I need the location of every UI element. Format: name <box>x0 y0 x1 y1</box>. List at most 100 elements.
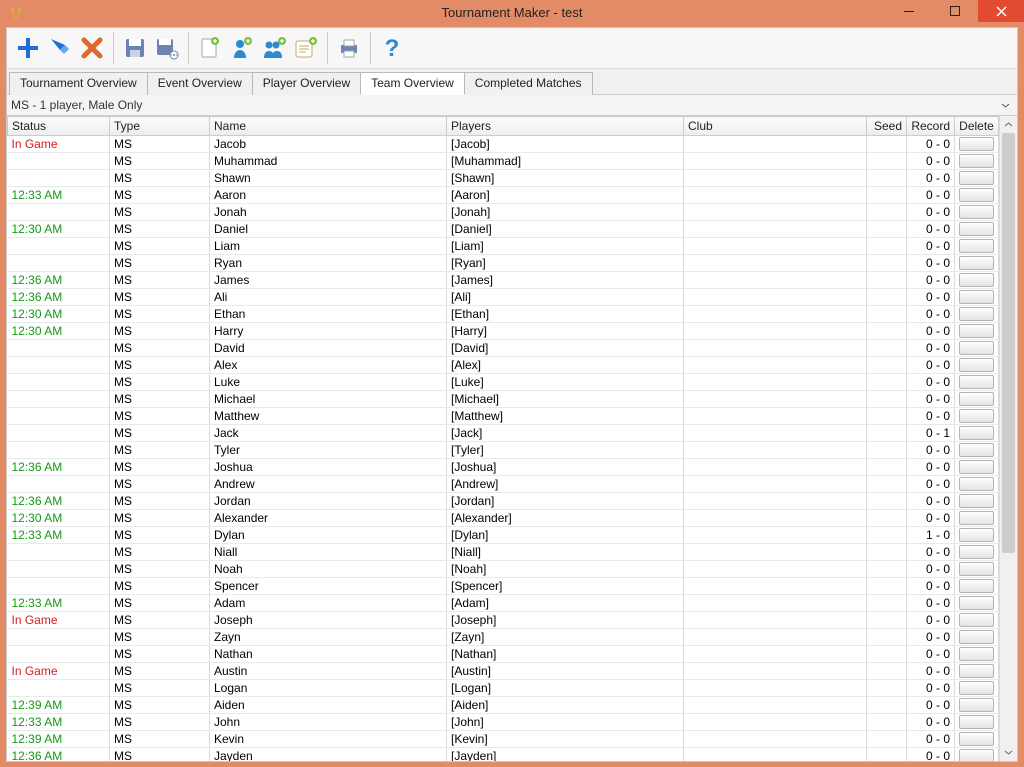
table-row[interactable]: MSJonah[Jonah]0 - 0 <box>8 204 999 221</box>
table-row[interactable]: 12:33 AMMSJohn[John]0 - 0 <box>8 714 999 731</box>
table-row[interactable]: In GameMSAustin[Austin]0 - 0 <box>8 663 999 680</box>
delete-row-button[interactable] <box>959 307 994 321</box>
col-delete[interactable]: Delete <box>955 117 999 136</box>
table-row[interactable]: 12:36 AMMSJoshua[Joshua]0 - 0 <box>8 459 999 476</box>
delete-row-button[interactable] <box>959 477 994 491</box>
delete-row-button[interactable] <box>959 681 994 695</box>
delete-row-button[interactable] <box>959 205 994 219</box>
delete-row-button[interactable] <box>959 715 994 729</box>
delete-row-button[interactable] <box>959 358 994 372</box>
delete-row-button[interactable] <box>959 375 994 389</box>
table-row[interactable]: MSAlex[Alex]0 - 0 <box>8 357 999 374</box>
maximize-button[interactable] <box>932 0 978 22</box>
delete-row-button[interactable] <box>959 630 994 644</box>
table-row[interactable]: MSLiam[Liam]0 - 0 <box>8 238 999 255</box>
table-row[interactable]: 12:36 AMMSAli[Ali]0 - 0 <box>8 289 999 306</box>
table-row[interactable]: MSSpencer[Spencer]0 - 0 <box>8 578 999 595</box>
add-player-button[interactable] <box>227 31 257 65</box>
delete-row-button[interactable] <box>959 698 994 712</box>
table-row[interactable]: 12:30 AMMSHarry[Harry]0 - 0 <box>8 323 999 340</box>
table-row[interactable]: MSMichael[Michael]0 - 0 <box>8 391 999 408</box>
table-row[interactable]: In GameMSJoseph[Joseph]0 - 0 <box>8 612 999 629</box>
delete-row-button[interactable] <box>959 494 994 508</box>
close-button[interactable] <box>978 0 1024 22</box>
table-row[interactable]: 12:36 AMMSJayden[Jayden]0 - 0 <box>8 748 999 762</box>
filter-bar[interactable]: MS - 1 player, Male Only <box>7 94 1017 116</box>
col-seed[interactable]: Seed <box>867 117 907 136</box>
col-name[interactable]: Name <box>210 117 447 136</box>
table-row[interactable]: MSRyan[Ryan]0 - 0 <box>8 255 999 272</box>
table-row[interactable]: MSMuhammad[Muhammad]0 - 0 <box>8 153 999 170</box>
delete-row-button[interactable] <box>959 273 994 287</box>
table-row[interactable]: MSZayn[Zayn]0 - 0 <box>8 629 999 646</box>
delete-row-button[interactable] <box>959 460 994 474</box>
table-row[interactable]: In GameMSJacob[Jacob]0 - 0 <box>8 136 999 153</box>
delete-row-button[interactable] <box>959 749 994 761</box>
add-team-button[interactable] <box>259 31 289 65</box>
delete-row-button[interactable] <box>959 545 994 559</box>
scroll-up-icon[interactable] <box>1000 116 1017 133</box>
table-row[interactable]: MSTyler[Tyler]0 - 0 <box>8 442 999 459</box>
table-row[interactable]: MSNathan[Nathan]0 - 0 <box>8 646 999 663</box>
minimize-button[interactable] <box>886 0 932 22</box>
table-row[interactable]: MSLogan[Logan]0 - 0 <box>8 680 999 697</box>
new-button[interactable] <box>13 31 43 65</box>
delete-row-button[interactable] <box>959 511 994 525</box>
table-row[interactable]: 12:30 AMMSDaniel[Daniel]0 - 0 <box>8 221 999 238</box>
tab-completed-matches[interactable]: Completed Matches <box>464 72 593 95</box>
delete-row-button[interactable] <box>959 392 994 406</box>
table-row[interactable]: 12:30 AMMSEthan[Ethan]0 - 0 <box>8 306 999 323</box>
tab-player-overview[interactable]: Player Overview <box>252 72 361 95</box>
assign-button[interactable] <box>291 31 321 65</box>
table-row[interactable]: MSNoah[Noah]0 - 0 <box>8 561 999 578</box>
col-players[interactable]: Players <box>447 117 684 136</box>
delete-row-button[interactable] <box>959 137 994 151</box>
delete-row-button[interactable] <box>959 664 994 678</box>
table-row[interactable]: 12:30 AMMSAlexander[Alexander]0 - 0 <box>8 510 999 527</box>
vertical-scrollbar[interactable] <box>999 116 1017 761</box>
delete-row-button[interactable] <box>959 290 994 304</box>
new-page-button[interactable] <box>195 31 225 65</box>
save-as-button[interactable] <box>152 31 182 65</box>
col-club[interactable]: Club <box>684 117 867 136</box>
table-row[interactable]: MSJack[Jack]0 - 1 <box>8 425 999 442</box>
table-row[interactable]: 12:33 AMMSAdam[Adam]0 - 0 <box>8 595 999 612</box>
table-row[interactable]: MSAndrew[Andrew]0 - 0 <box>8 476 999 493</box>
save-button[interactable] <box>120 31 150 65</box>
col-type[interactable]: Type <box>110 117 210 136</box>
col-status[interactable]: Status <box>8 117 110 136</box>
edit-button[interactable] <box>45 31 75 65</box>
table-row[interactable]: 12:39 AMMSKevin[Kevin]0 - 0 <box>8 731 999 748</box>
delete-row-button[interactable] <box>959 171 994 185</box>
delete-row-button[interactable] <box>959 443 994 457</box>
delete-row-button[interactable] <box>959 562 994 576</box>
table-row[interactable]: 12:39 AMMSAiden[Aiden]0 - 0 <box>8 697 999 714</box>
table-row[interactable]: 12:36 AMMSJordan[Jordan]0 - 0 <box>8 493 999 510</box>
tab-team-overview[interactable]: Team Overview <box>360 72 465 95</box>
delete-row-button[interactable] <box>959 613 994 627</box>
scroll-thumb[interactable] <box>1002 133 1015 553</box>
delete-row-button[interactable] <box>959 239 994 253</box>
delete-row-button[interactable] <box>959 579 994 593</box>
print-button[interactable] <box>334 31 364 65</box>
table-row[interactable]: MSDavid[David]0 - 0 <box>8 340 999 357</box>
table-row[interactable]: 12:33 AMMSAaron[Aaron]0 - 0 <box>8 187 999 204</box>
delete-row-button[interactable] <box>959 341 994 355</box>
tab-tournament-overview[interactable]: Tournament Overview <box>9 72 148 95</box>
team-grid[interactable]: Status Type Name Players Club Seed Recor… <box>7 116 999 761</box>
delete-row-button[interactable] <box>959 596 994 610</box>
delete-row-button[interactable] <box>959 188 994 202</box>
delete-row-button[interactable] <box>959 324 994 338</box>
help-button[interactable]: ? <box>377 31 407 65</box>
delete-row-button[interactable] <box>959 409 994 423</box>
table-row[interactable]: 12:33 AMMSDylan[Dylan]1 - 0 <box>8 527 999 544</box>
col-record[interactable]: Record <box>907 117 955 136</box>
delete-button[interactable] <box>77 31 107 65</box>
delete-row-button[interactable] <box>959 647 994 661</box>
table-row[interactable]: 12:36 AMMSJames[James]0 - 0 <box>8 272 999 289</box>
delete-row-button[interactable] <box>959 732 994 746</box>
delete-row-button[interactable] <box>959 528 994 542</box>
delete-row-button[interactable] <box>959 222 994 236</box>
table-row[interactable]: MSLuke[Luke]0 - 0 <box>8 374 999 391</box>
scroll-down-icon[interactable] <box>1000 744 1017 761</box>
